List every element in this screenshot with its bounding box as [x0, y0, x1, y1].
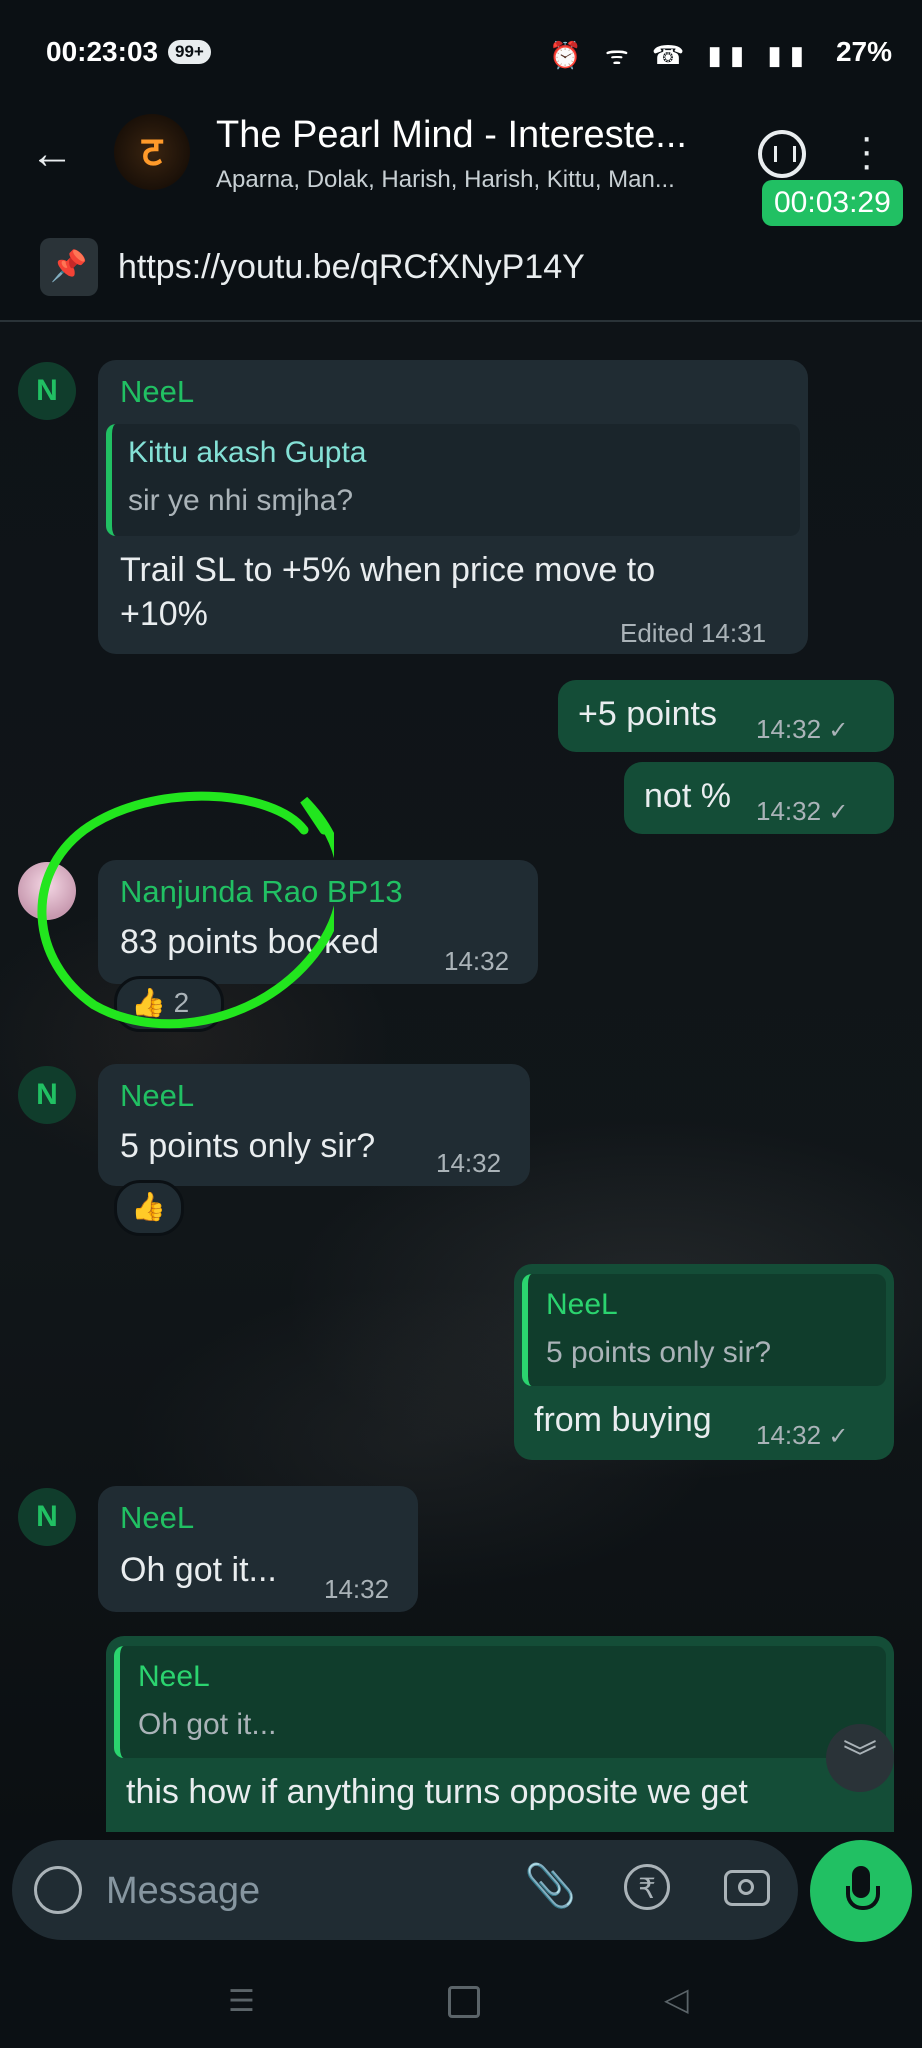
- thumbs-up-icon: 👍: [131, 987, 166, 1018]
- message-text: 5 points only sir?: [120, 1127, 376, 1165]
- call-timer-badge[interactable]: 00:03:29: [762, 180, 903, 226]
- compose-bar: 📎 ₹: [12, 1840, 798, 1940]
- quoted-sender: NeeL: [546, 1288, 618, 1321]
- message-bubble-incoming[interactable]: NeeL Oh got it... 14:32: [98, 1486, 418, 1612]
- emoji-sticker-icon[interactable]: [34, 1866, 82, 1914]
- message-time: 14:32: [756, 1420, 822, 1450]
- quoted-message[interactable]: Kittu akash Gupta sir ye nhi smjha?: [106, 424, 800, 536]
- battery-level: 27%: [835, 36, 892, 67]
- recents-icon[interactable]: ☰: [228, 1984, 255, 2019]
- quoted-text: 5 points only sir?: [546, 1336, 772, 1369]
- message-time: 14:32: [436, 1148, 502, 1178]
- rupee-payment-icon[interactable]: ₹: [624, 1864, 670, 1910]
- avatar[interactable]: N: [18, 362, 76, 420]
- voice-chat-icon[interactable]: [758, 130, 806, 178]
- edited-label: Edited: [620, 618, 694, 648]
- message-text: +5 points: [578, 695, 717, 733]
- sender-name[interactable]: NeeL: [120, 374, 194, 410]
- sent-check-icon: ✓: [828, 1423, 849, 1450]
- quoted-message[interactable]: NeeL Oh got it...: [114, 1646, 886, 1758]
- chat-participants[interactable]: Aparna, Dolak, Harish, Harish, Kittu, Ma…: [216, 166, 736, 194]
- mic-button[interactable]: [810, 1840, 912, 1942]
- home-icon[interactable]: [448, 1986, 480, 2018]
- group-avatar[interactable]: ट: [114, 114, 190, 190]
- message-time: 14:32: [756, 714, 822, 744]
- reaction-chip[interactable]: 👍: [114, 1180, 184, 1236]
- message-bubble-outgoing[interactable]: NeeL Oh got it... this how if anything t…: [106, 1636, 894, 1832]
- thumbs-up-icon: 👍: [131, 1191, 166, 1222]
- quoted-message[interactable]: NeeL 5 points only sir?: [522, 1274, 886, 1386]
- message-time: 14:32: [756, 796, 822, 826]
- quoted-sender: Kittu akash Gupta: [128, 436, 367, 469]
- status-bar: 00:23:03 99+ ⏰ ᯤ ☎ ▮▮ ▮▮ 27%: [0, 0, 922, 100]
- pinned-message-bar[interactable]: 📌 https://youtu.be/qRCfXNyP14Y: [0, 214, 922, 322]
- quoted-sender: NeeL: [138, 1660, 210, 1693]
- message-text: 83 points booked: [120, 923, 379, 961]
- message-bubble-incoming[interactable]: Nanjunda Rao BP13 83 points booked 14:32: [98, 860, 538, 984]
- message-text: Trail SL to +5% when price move to: [120, 551, 656, 589]
- pinned-link[interactable]: https://youtu.be/qRCfXNyP14Y: [118, 248, 585, 287]
- message-input[interactable]: [104, 1866, 488, 1916]
- sender-name[interactable]: Nanjunda Rao BP13: [120, 874, 403, 910]
- quoted-text: sir ye nhi smjha?: [128, 484, 354, 517]
- message-bubble-outgoing[interactable]: not % 14:32 ✓: [624, 762, 894, 834]
- scroll-to-bottom-icon[interactable]: ︾: [826, 1724, 894, 1792]
- signal-icons: ⏰ ᯤ ☎ ▮▮ ▮▮: [549, 40, 812, 70]
- message-text: not %: [644, 777, 731, 815]
- nav-back-icon[interactable]: ◁: [664, 1980, 689, 2018]
- message-text: from buying: [534, 1401, 712, 1439]
- sender-name[interactable]: NeeL: [120, 1078, 194, 1114]
- message-time: 14:32: [324, 1574, 390, 1604]
- paperclip-attach-icon[interactable]: 📎: [524, 1862, 576, 1911]
- message-text: Oh got it...: [120, 1551, 277, 1589]
- message-text: +10%: [120, 595, 208, 633]
- message-text: this how if anything turns opposite we g…: [126, 1773, 748, 1811]
- status-time: 00:23:03: [46, 36, 159, 67]
- sent-check-icon: ✓: [828, 717, 849, 744]
- avatar[interactable]: N: [18, 1066, 76, 1124]
- sender-name[interactable]: NeeL: [120, 1500, 194, 1536]
- sent-check-icon: ✓: [828, 799, 849, 826]
- system-nav-bar: ☰ ◁: [0, 1954, 922, 2048]
- notification-badge: 99+: [168, 40, 211, 64]
- message-bubble-incoming[interactable]: NeeL 5 points only sir? 14:32: [98, 1064, 530, 1186]
- message-bubble-outgoing[interactable]: +5 points 14:32 ✓: [558, 680, 894, 752]
- message-bubble-incoming[interactable]: NeeL Kittu akash Gupta sir ye nhi smjha?…: [98, 360, 808, 654]
- chat-title[interactable]: The Pearl Mind - Intereste...: [216, 114, 716, 157]
- reaction-chip[interactable]: 👍 2: [114, 976, 224, 1032]
- avatar[interactable]: N: [18, 1488, 76, 1546]
- reaction-count: 2: [173, 987, 190, 1018]
- message-bubble-outgoing[interactable]: NeeL 5 points only sir? from buying 14:3…: [514, 1264, 894, 1460]
- message-time: 14:31: [700, 618, 767, 648]
- avatar[interactable]: [18, 862, 76, 920]
- message-time: 14:32: [444, 946, 510, 976]
- pin-icon: 📌: [40, 238, 98, 296]
- back-arrow-icon[interactable]: ←: [30, 130, 78, 178]
- quoted-text: Oh got it...: [138, 1708, 277, 1741]
- more-options-icon[interactable]: · · ·: [860, 117, 873, 185]
- camera-icon[interactable]: [724, 1870, 770, 1906]
